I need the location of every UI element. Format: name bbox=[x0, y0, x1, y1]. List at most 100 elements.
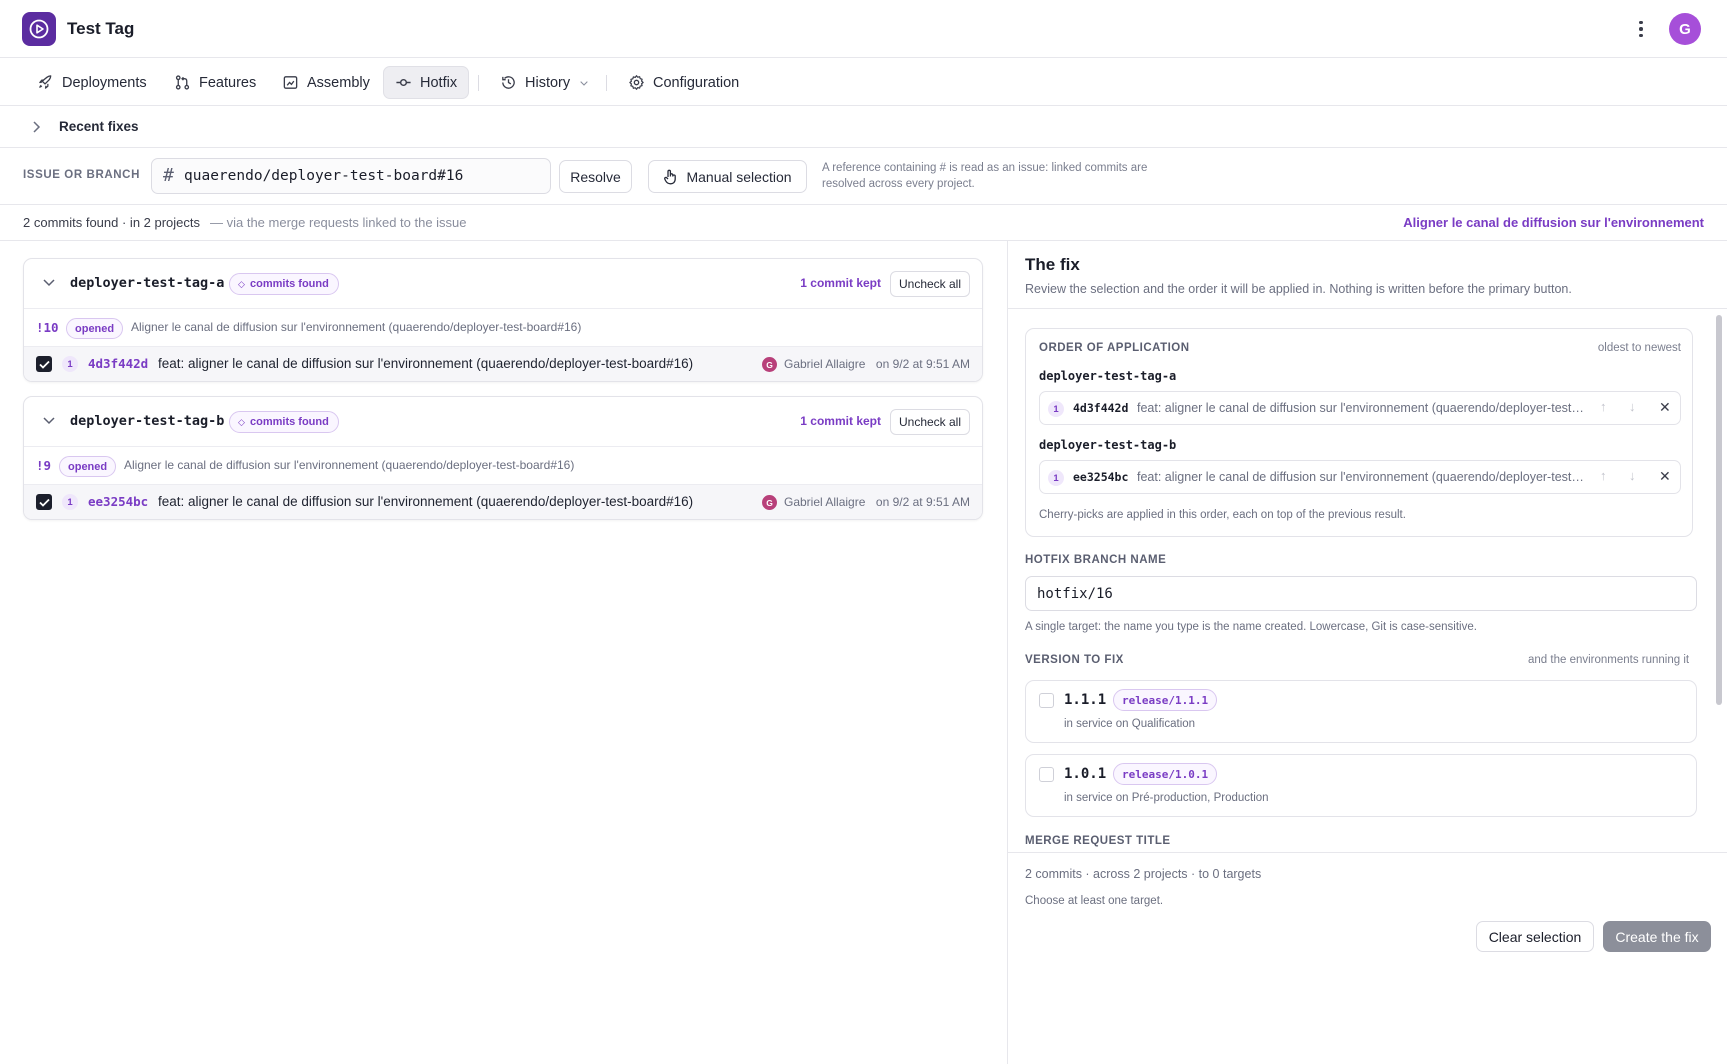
order-hint: oldest to newest bbox=[1597, 342, 1681, 354]
commit-author: Gabriel Allaigre bbox=[784, 357, 866, 371]
chevron-down-icon bbox=[580, 80, 588, 86]
tab-label: Configuration bbox=[653, 74, 740, 91]
commit-message: feat: aligner le canal de diffusion sur … bbox=[158, 356, 694, 371]
project-card: deployer-test-tag-a commits found 1 comm… bbox=[23, 258, 983, 382]
issue-field-label: ISSUE OR BRANCH bbox=[23, 169, 140, 181]
fix-scroll-area[interactable]: ORDER OF APPLICATION oldest to newest de… bbox=[1008, 309, 1727, 852]
fix-warning: Choose at least one target. bbox=[1025, 895, 1164, 907]
assembly-icon bbox=[283, 76, 298, 89]
commit-index: 1 bbox=[62, 356, 78, 372]
mr-status-badge: opened bbox=[66, 318, 124, 339]
version-checkbox[interactable] bbox=[1039, 767, 1054, 782]
version-option[interactable]: 1.0.1 release/1.0.1 in service on Pré-pr… bbox=[1025, 754, 1697, 817]
version-label: VERSION TO FIX bbox=[1025, 654, 1124, 666]
top-bar: Test Tag G bbox=[0, 0, 1727, 58]
branch-help: A single target: the name you type is th… bbox=[1025, 621, 1477, 633]
version-checkbox[interactable] bbox=[1039, 693, 1054, 708]
commits-found-badge: commits found bbox=[229, 411, 339, 433]
tab-hotfix[interactable]: Hotfix bbox=[383, 66, 470, 99]
order-index: 1 bbox=[1048, 470, 1064, 486]
kept-count: 1 commit kept bbox=[800, 414, 881, 428]
move-up-icon[interactable]: ↑ bbox=[1600, 399, 1607, 414]
gear-icon bbox=[629, 75, 644, 90]
author-avatar: G bbox=[762, 357, 777, 372]
commit-row[interactable]: 1 ee3254bc feat: aligner le canal de dif… bbox=[24, 485, 982, 519]
order-label: ORDER OF APPLICATION bbox=[1039, 342, 1190, 354]
merge-request-id[interactable]: !9 bbox=[36, 458, 51, 473]
manual-selection-button[interactable]: Manual selection bbox=[648, 160, 807, 193]
user-avatar[interactable]: G bbox=[1669, 13, 1701, 45]
fix-panel: The fix Review the selection and the ord… bbox=[1007, 241, 1727, 1064]
release-tag: release/1.0.1 bbox=[1113, 763, 1218, 785]
more-options-icon[interactable] bbox=[1631, 16, 1651, 42]
check-icon bbox=[38, 360, 50, 369]
issue-input-value: quaerendo/deployer-test-board#16 bbox=[184, 168, 464, 184]
project-header: deployer-test-tag-b commits found 1 comm… bbox=[24, 397, 982, 447]
uncheck-all-button[interactable]: Uncheck all bbox=[890, 271, 970, 297]
remove-icon[interactable]: ✕ bbox=[1659, 468, 1671, 485]
chevron-down-icon[interactable] bbox=[42, 277, 56, 289]
commit-checkbox[interactable] bbox=[36, 356, 52, 372]
issue-search-row: ISSUE OR BRANCH # quaerendo/deployer-tes… bbox=[0, 148, 1727, 205]
mr-title-label: MERGE REQUEST TITLE bbox=[1025, 835, 1171, 847]
remove-icon[interactable]: ✕ bbox=[1659, 399, 1671, 416]
fix-subtitle: Review the selection and the order it wi… bbox=[1025, 282, 1572, 296]
issue-title-link[interactable]: Aligner le canal de diffusion sur l'envi… bbox=[1403, 215, 1704, 230]
hotfix-branch-input[interactable]: hotfix/16 bbox=[1025, 576, 1697, 611]
version-environments: in service on Pré-production, Production bbox=[1064, 792, 1269, 804]
order-of-application-card: ORDER OF APPLICATION oldest to newest de… bbox=[1025, 328, 1693, 537]
kept-count: 1 commit kept bbox=[800, 276, 881, 290]
recent-fixes-label: Recent fixes bbox=[59, 119, 139, 134]
recent-fixes-toggle[interactable]: Recent fixes bbox=[0, 106, 1727, 148]
commit-message: feat: aligner le canal de diffusion sur … bbox=[158, 494, 694, 509]
resolve-button[interactable]: Resolve bbox=[559, 160, 632, 193]
merge-request-id[interactable]: !10 bbox=[36, 320, 59, 335]
results-summary: 2 commits found · in 2 projects — via th… bbox=[0, 205, 1727, 241]
tab-deployments[interactable]: Deployments bbox=[26, 66, 158, 99]
commit-index: 1 bbox=[62, 494, 78, 510]
manual-selection-label: Manual selection bbox=[686, 168, 792, 185]
issue-help-text: A reference containing # is read as an i… bbox=[822, 162, 1148, 190]
order-message: feat: aligner le canal de diffusion sur … bbox=[1137, 401, 1587, 415]
version-option[interactable]: 1.1.1 release/1.1.1 in service on Qualif… bbox=[1025, 680, 1697, 743]
results-count: 2 commits found · in 2 projects bbox=[23, 215, 201, 230]
git-commit-icon bbox=[396, 78, 411, 87]
order-sha: ee3254bc bbox=[1073, 470, 1129, 484]
tab-assembly[interactable]: Assembly bbox=[271, 66, 381, 99]
create-fix-button[interactable]: Create the fix bbox=[1603, 921, 1711, 952]
project-card: deployer-test-tag-b commits found 1 comm… bbox=[23, 396, 983, 520]
move-down-icon[interactable]: ↓ bbox=[1629, 468, 1636, 483]
commit-sha[interactable]: ee3254bc bbox=[88, 494, 148, 509]
results-source: — via the merge requests linked to the i… bbox=[210, 215, 467, 230]
commit-date: on 9/2 at 9:51 AM bbox=[875, 357, 970, 371]
chevron-right-icon bbox=[33, 121, 41, 133]
project-name: deployer-test-tag-a bbox=[70, 275, 225, 291]
project-name: deployer-test-tag-b bbox=[70, 413, 225, 429]
merge-request-row: !9 opened Aligner le canal de diffusion … bbox=[24, 447, 982, 485]
issue-input[interactable]: # quaerendo/deployer-test-board#16 bbox=[151, 158, 551, 194]
app-logo-icon[interactable] bbox=[22, 12, 56, 46]
merge-request-row: !10 opened Aligner le canal de diffusion… bbox=[24, 309, 982, 347]
commit-sha[interactable]: 4d3f442d bbox=[88, 356, 148, 371]
commit-date: on 9/2 at 9:51 AM bbox=[875, 495, 970, 509]
move-up-icon[interactable]: ↑ bbox=[1600, 468, 1607, 483]
chevron-down-icon[interactable] bbox=[42, 415, 56, 427]
author-avatar: G bbox=[762, 495, 777, 510]
check-icon bbox=[38, 498, 50, 507]
commits-found-badge: commits found bbox=[229, 273, 339, 295]
tab-label: Deployments bbox=[62, 74, 147, 91]
nav-divider bbox=[606, 75, 607, 91]
release-tag: release/1.1.1 bbox=[1113, 689, 1218, 711]
tab-configuration[interactable]: Configuration bbox=[617, 66, 750, 99]
fix-footer: 2 commits · across 2 projects · to 0 tar… bbox=[1008, 852, 1727, 1064]
move-down-icon[interactable]: ↓ bbox=[1629, 399, 1636, 414]
uncheck-all-button[interactable]: Uncheck all bbox=[890, 409, 970, 435]
tab-history[interactable]: History bbox=[489, 66, 601, 99]
tab-features[interactable]: Features bbox=[163, 66, 267, 99]
scrollbar[interactable] bbox=[1716, 315, 1722, 705]
commit-row[interactable]: 1 4d3f442d feat: aligner le canal de dif… bbox=[24, 347, 982, 381]
commit-checkbox[interactable] bbox=[36, 494, 52, 510]
order-message: feat: aligner le canal de diffusion sur … bbox=[1137, 470, 1587, 484]
tab-label: History bbox=[525, 74, 571, 91]
clear-selection-button[interactable]: Clear selection bbox=[1476, 921, 1594, 952]
